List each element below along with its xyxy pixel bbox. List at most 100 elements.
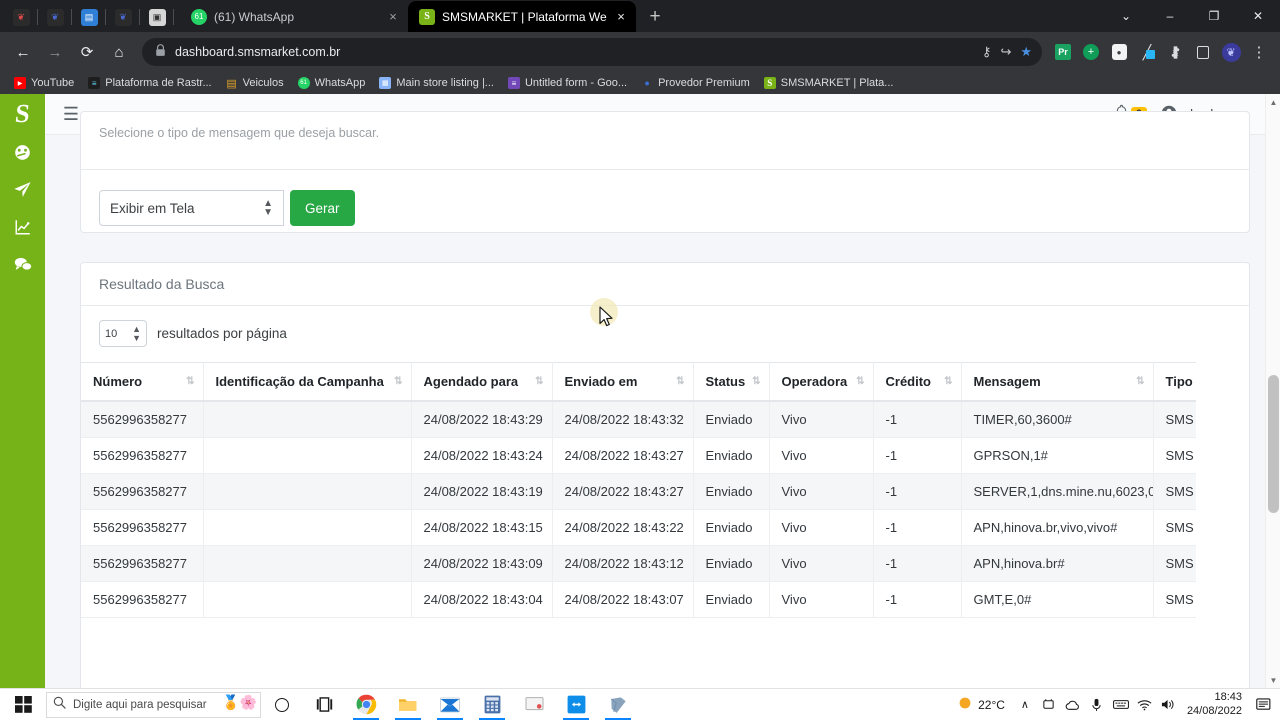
password-key-icon[interactable]: ⚷ (982, 44, 992, 60)
table-row[interactable]: 5562996358277 24/08/2022 18:43:09 24/08/20… (81, 545, 1196, 582)
taskbar-chrome-icon[interactable] (345, 689, 387, 720)
app-logo[interactable]: S (0, 94, 47, 134)
taskbar-explorer-icon[interactable] (387, 689, 429, 720)
generate-button[interactable]: Gerar (290, 190, 355, 226)
sort-toggle-icon[interactable]: ⇅ (535, 376, 543, 387)
tab-smsmarket[interactable]: S SMSMARKET | Plataforma Web | × (408, 1, 636, 32)
column-header-operadora[interactable]: Operadora ⇅ (769, 362, 874, 402)
sidebar-item-dashboard[interactable] (0, 134, 45, 171)
bookmark-main-store-listing[interactable]: ▦ Main store listing |... (373, 75, 500, 91)
action-center-icon[interactable] (1250, 689, 1276, 720)
scroll-up-arrow-icon[interactable]: ▲ (1266, 94, 1280, 110)
extension-camera-icon[interactable]: ● (1106, 37, 1132, 67)
tray-keyboard-icon[interactable] (1109, 689, 1133, 720)
sidebar-item-reports[interactable] (0, 208, 45, 245)
extension-puzzle-icon[interactable] (1162, 37, 1188, 67)
page-scrollbar-thumb[interactable] (1268, 375, 1279, 513)
tray-onedrive-icon[interactable] (1061, 689, 1085, 720)
sort-toggle-icon[interactable]: ⇅ (676, 376, 684, 387)
pinned-tab-2[interactable]: ❦ (38, 2, 72, 32)
extension-pr-icon[interactable]: Pr (1050, 37, 1076, 67)
sort-toggle-icon[interactable]: ⇅ (752, 376, 760, 387)
table-row[interactable]: 5562996358277 24/08/2022 18:43:15 24/08/20… (81, 509, 1196, 546)
bookmark-whatsapp[interactable]: 61 WhatsApp (292, 75, 372, 91)
column-header-enviado[interactable]: Enviado em ⇅ (552, 362, 694, 402)
taskbar-taskview-icon[interactable] (303, 689, 345, 720)
tray-chevron-up-icon[interactable]: ∧ (1013, 689, 1037, 720)
taskbar-notes-icon[interactable] (513, 689, 555, 720)
minimize-button[interactable]: – (1148, 0, 1192, 32)
new-tab-button[interactable]: + (644, 7, 666, 26)
pinned-tab-4[interactable]: ❦ (106, 2, 140, 32)
bookmark-provedor-premium[interactable]: ● Provedor Premium (635, 75, 756, 91)
extension-sidepanel-icon[interactable] (1190, 37, 1216, 67)
pinned-tab-5[interactable]: ▣ (140, 2, 174, 32)
per-page-updown-arrows-icon[interactable]: ▲ ▼ (132, 325, 141, 342)
sort-toggle-icon[interactable]: ⇅ (944, 376, 952, 387)
tray-webcam-icon[interactable] (1037, 689, 1061, 720)
taskbar-search-box[interactable]: Digite aqui para pesquisar 🏅🌸 (46, 691, 261, 718)
column-header-tipo[interactable]: Tipo⇅ (1153, 362, 1196, 402)
table-row[interactable]: 5562996358277 24/08/2022 18:43:24 24/08/20… (81, 437, 1196, 474)
extension-pencil-icon[interactable]: ╱ (1134, 37, 1160, 67)
column-header-agendado[interactable]: Agendado para ⇅ (411, 362, 553, 402)
column-header-status[interactable]: Status ⇅ (693, 362, 770, 402)
home-icon[interactable]: ⌂ (104, 37, 134, 67)
tray-microphone-icon[interactable] (1085, 689, 1109, 720)
scroll-down-arrow-icon[interactable]: ▼ (1266, 672, 1280, 688)
tab-search-icon[interactable]: ⌄ (1104, 0, 1148, 32)
column-header-campanha[interactable]: Identificação da Campanha ⇅ (203, 362, 412, 402)
address-bar-url[interactable]: dashboard.smsmarket.com.br (175, 45, 973, 59)
taskbar-cortana-icon[interactable] (261, 689, 303, 720)
taskbar-calculator-icon[interactable] (471, 689, 513, 720)
address-bar[interactable]: dashboard.smsmarket.com.br ⚷ ↪ ★ (142, 38, 1042, 66)
tray-wifi-icon[interactable] (1133, 689, 1157, 720)
table-row[interactable]: 5562996358277 24/08/2022 18:43:29 24/08/20… (81, 401, 1196, 438)
forward-icon[interactable]: → (40, 37, 70, 67)
tab-whatsapp[interactable]: 61 (61) WhatsApp × (180, 1, 408, 32)
sort-toggle-icon[interactable]: ⇅ (856, 376, 864, 387)
tab-smsmarket-close-icon[interactable]: × (614, 10, 628, 23)
bookmark-untitled-form[interactable]: ≡ Untitled form - Goo... (502, 75, 633, 91)
sidebar-item-messages[interactable] (0, 245, 45, 282)
taskbar-teamviewer-icon[interactable] (555, 689, 597, 720)
chrome-menu-icon[interactable]: ⋮ (1246, 37, 1272, 67)
table-row[interactable]: 5562996358277 24/08/2022 18:43:04 24/08/20… (81, 581, 1196, 618)
column-header-numero[interactable]: Número ⇅ (81, 362, 204, 402)
tray-volume-icon[interactable] (1157, 689, 1181, 720)
bookmark-star-icon[interactable]: ★ (1020, 44, 1032, 60)
start-button[interactable] (0, 689, 46, 720)
tab-whatsapp-close-icon[interactable]: × (386, 10, 400, 23)
table-row[interactable]: 5562996358277 24/08/2022 18:43:19 24/08/20… (81, 473, 1196, 510)
back-icon[interactable]: ← (8, 37, 38, 67)
select-updown-arrows-icon[interactable]: ▲ ▼ (263, 199, 273, 218)
maximize-button[interactable]: ❐ (1192, 0, 1236, 32)
taskbar-book-icon[interactable] (597, 689, 639, 720)
extension-plus-icon[interactable]: + (1078, 37, 1104, 67)
lock-icon (155, 44, 166, 60)
sort-toggle-icon[interactable]: ⇅ (1136, 376, 1144, 387)
close-window-button[interactable]: ✕ (1236, 0, 1280, 32)
column-header-mensagem[interactable]: Mensagem ⇅ (961, 362, 1154, 402)
sort-toggle-icon[interactable]: ⇅ (186, 376, 194, 387)
bookmark-plataforma-rastr[interactable]: ≡ Plataforma de Rastr... (82, 75, 217, 91)
output-type-select[interactable]: Exibir em Tela ▲ ▼ (99, 190, 284, 226)
pinned-tab-3[interactable]: ▤ (72, 2, 106, 32)
cell-numero: 5562996358277 (81, 437, 204, 474)
taskbar-clock[interactable]: 18:43 24/08/2022 (1181, 691, 1250, 719)
column-header-label: Operadora (781, 374, 848, 389)
bookmark-youtube[interactable]: ▶ YouTube (8, 75, 80, 91)
pinned-tab-1[interactable]: ❦ (4, 2, 38, 32)
per-page-select[interactable]: 10 ▲ ▼ (99, 320, 147, 347)
reload-icon[interactable]: ⟳ (72, 37, 102, 67)
bookmark-veiculos[interactable]: ▤ Veiculos (220, 75, 290, 91)
profile-avatar-icon[interactable]: ❦ (1218, 37, 1244, 67)
bookmark-smsmarket[interactable]: S SMSMARKET | Plata... (758, 75, 900, 91)
page-scrollbar[interactable]: ▲ ▼ (1265, 94, 1280, 688)
share-icon[interactable]: ↪ (1000, 44, 1011, 60)
taskbar-weather[interactable]: 22°C (950, 696, 1013, 713)
sidebar-item-send[interactable] (0, 171, 45, 208)
column-header-credito[interactable]: Crédito ⇅ (873, 362, 962, 402)
sort-toggle-icon[interactable]: ⇅ (394, 376, 402, 387)
taskbar-mail-icon[interactable] (429, 689, 471, 720)
